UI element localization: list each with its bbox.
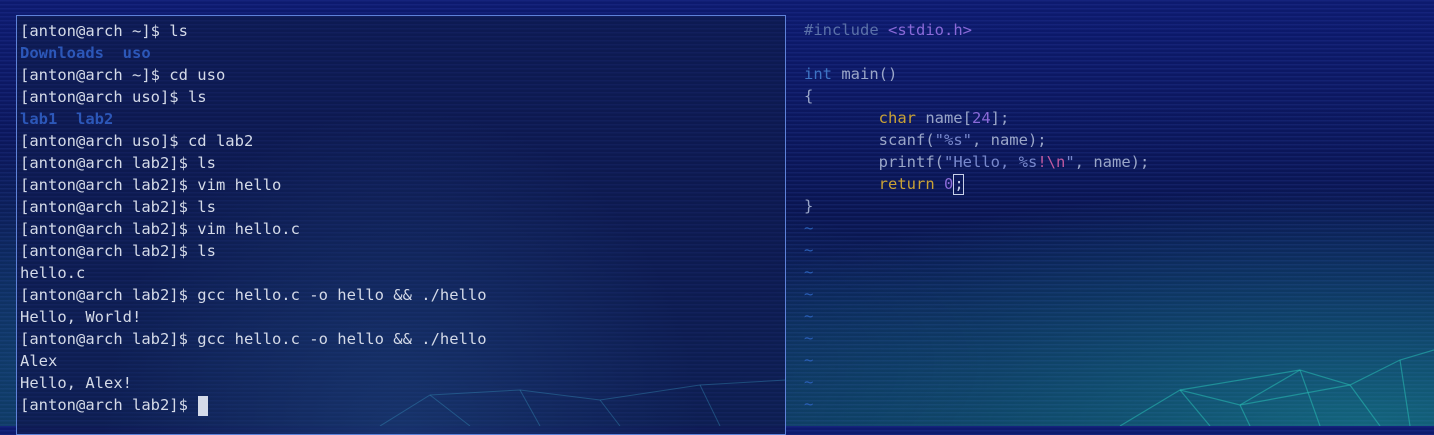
vim-empty-lines: ~ ~ ~ ~ ~ ~ ~ ~ ~ xyxy=(804,217,1434,415)
terminal-cursor xyxy=(198,395,209,416)
terminal-command-line: [anton@arch uso]$ cd lab2 xyxy=(20,132,254,150)
terminal-command-line: [anton@arch lab2]$ vim hello.c xyxy=(20,220,300,238)
vim-tilde-line: ~ xyxy=(804,285,814,303)
vim-tilde-line: ~ xyxy=(804,241,814,259)
terminal-command-line: [anton@arch lab2]$ ls xyxy=(20,198,216,216)
code-line-main: int main() xyxy=(804,65,898,83)
terminal-command-line: [anton@arch uso]$ ls xyxy=(20,88,207,106)
prompt-text: [anton@arch lab2]$ xyxy=(20,396,198,414)
vim-cursor[interactable]: ; xyxy=(953,174,965,195)
code-line-scanf: scanf("%s", name); xyxy=(878,131,1047,149)
terminal-output-line: hello.c xyxy=(20,264,86,282)
code-line-open-brace: { xyxy=(804,87,814,105)
terminal-dir-listing: lab1 lab2 xyxy=(20,110,114,128)
terminal-command-line: [anton@arch ~]$ ls xyxy=(20,22,188,40)
vim-tilde-line: ~ xyxy=(804,219,814,237)
vim-editor-window[interactable]: #include <stdio.h> int main() { char nam… xyxy=(796,15,1434,426)
code-line-include: #include <stdio.h> xyxy=(804,21,972,39)
vim-tilde-line: ~ xyxy=(804,395,814,413)
code-line-decl: char name[24]; xyxy=(878,109,1010,127)
terminal-dir-listing: Downloads uso xyxy=(20,44,151,62)
code-line-close-brace: } xyxy=(804,197,814,215)
vim-tilde-line: ~ xyxy=(804,373,814,391)
terminal-command-line: [anton@arch lab2]$ ls xyxy=(20,154,216,172)
terminal-command-line: [anton@arch lab2]$ ls xyxy=(20,242,216,260)
vim-tilde-line: ~ xyxy=(804,263,814,281)
vim-tilde-line: ~ xyxy=(804,351,814,369)
code-line-return: return 0; xyxy=(878,174,965,195)
terminal-current-prompt[interactable]: [anton@arch lab2]$ xyxy=(20,394,785,416)
vim-tilde-line: ~ xyxy=(804,329,814,347)
terminal-window[interactable]: [anton@arch ~]$ ls Downloads uso [anton@ar… xyxy=(16,15,786,435)
terminal-command-line: [anton@arch lab2]$ gcc hello.c -o hello … xyxy=(20,286,487,304)
terminal-command-line: [anton@arch ~]$ cd uso xyxy=(20,66,226,84)
terminal-output-line: Hello, World! xyxy=(20,308,142,326)
terminal-command-line: [anton@arch lab2]$ gcc hello.c -o hello … xyxy=(20,330,487,348)
vim-tilde-line: ~ xyxy=(804,307,814,325)
terminal-command-line: [anton@arch lab2]$ vim hello xyxy=(20,176,282,194)
terminal-output-line: Hello, Alex! xyxy=(20,374,132,392)
terminal-output-line: Alex xyxy=(20,352,58,370)
code-line-printf: printf("Hello, %s!\n", name); xyxy=(878,153,1150,171)
